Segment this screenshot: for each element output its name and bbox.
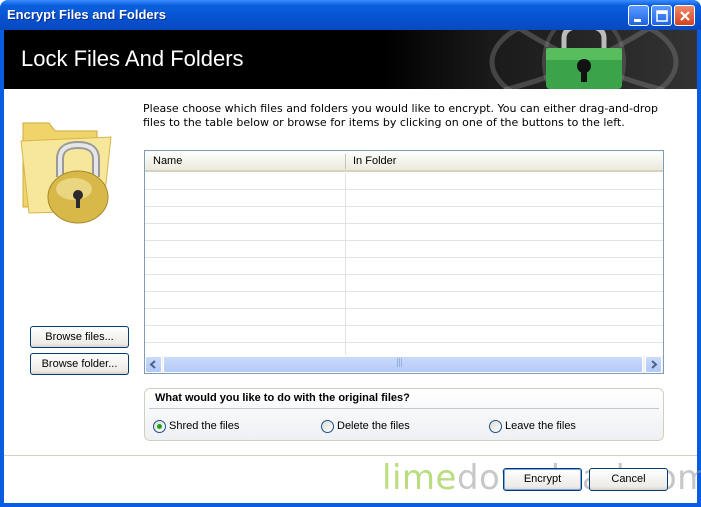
close-icon: [680, 11, 690, 21]
horizontal-scrollbar[interactable]: |||: [145, 356, 663, 373]
scroll-left-button[interactable]: [145, 356, 162, 373]
column-divider[interactable]: [345, 154, 346, 169]
cancel-button[interactable]: Cancel: [589, 468, 668, 491]
table-row[interactable]: [145, 173, 663, 190]
radio-label: Shred the files: [169, 420, 240, 432]
table-row[interactable]: [145, 258, 663, 275]
table-row[interactable]: [145, 292, 663, 309]
window-title: Encrypt Files and Folders: [7, 7, 166, 22]
page-title: Lock Files And Folders: [21, 46, 244, 71]
radio-delete-files[interactable]: Delete the files: [321, 419, 410, 433]
radio-selected-icon: [153, 419, 166, 433]
title-bar[interactable]: Encrypt Files and Folders: [0, 0, 701, 30]
scroll-right-button[interactable]: [645, 356, 662, 373]
scroll-thumb[interactable]: |||: [163, 356, 643, 373]
original-files-options: What would you like to do with the origi…: [144, 388, 664, 441]
options-question: What would you like to do with the origi…: [155, 392, 410, 404]
column-separator: [345, 173, 346, 355]
minimize-button[interactable]: [628, 5, 649, 26]
dialog-body: Lock Files And Folders Please choose whi…: [4, 30, 701, 503]
radio-label: Delete the files: [337, 420, 410, 432]
table-row[interactable]: [145, 207, 663, 224]
browse-folder-button[interactable]: Browse folder...: [30, 353, 129, 375]
table-row[interactable]: [145, 275, 663, 292]
table-row[interactable]: [145, 326, 663, 343]
files-table[interactable]: Name In Folder |||: [144, 150, 664, 374]
maximize-button[interactable]: [651, 5, 672, 26]
table-header: Name In Folder: [145, 151, 663, 172]
maximize-icon: [656, 10, 668, 22]
locked-folder-icon: [20, 122, 112, 224]
dialog-window: Encrypt Files and Folders Lock Files And…: [0, 0, 701, 507]
radio-unselected-icon: [489, 419, 502, 433]
radio-unselected-icon: [321, 419, 334, 433]
table-row[interactable]: [145, 224, 663, 241]
footer-divider: [4, 455, 697, 456]
radio-label: Leave the files: [505, 420, 576, 432]
column-header-name[interactable]: Name: [153, 155, 182, 167]
column-header-in-folder[interactable]: In Folder: [353, 155, 396, 167]
chevron-left-icon: [149, 360, 156, 369]
close-button[interactable]: [674, 5, 695, 26]
radio-leave-files[interactable]: Leave the files: [489, 419, 576, 433]
radio-shred-files[interactable]: Shred the files: [153, 419, 239, 433]
padlock-globe-icon: [489, 30, 679, 89]
table-row[interactable]: [145, 241, 663, 258]
table-row[interactable]: [145, 190, 663, 207]
encrypt-button[interactable]: Encrypt: [503, 468, 582, 491]
scroll-grip: |||: [396, 358, 403, 368]
browse-files-button[interactable]: Browse files...: [30, 326, 129, 348]
instructions-text: Please choose which files and folders yo…: [143, 102, 658, 129]
header-banner: Lock Files And Folders: [4, 30, 697, 89]
minimize-icon: [634, 19, 641, 22]
divider: [149, 408, 659, 409]
table-row[interactable]: [145, 309, 663, 326]
chevron-right-icon: [651, 360, 658, 369]
